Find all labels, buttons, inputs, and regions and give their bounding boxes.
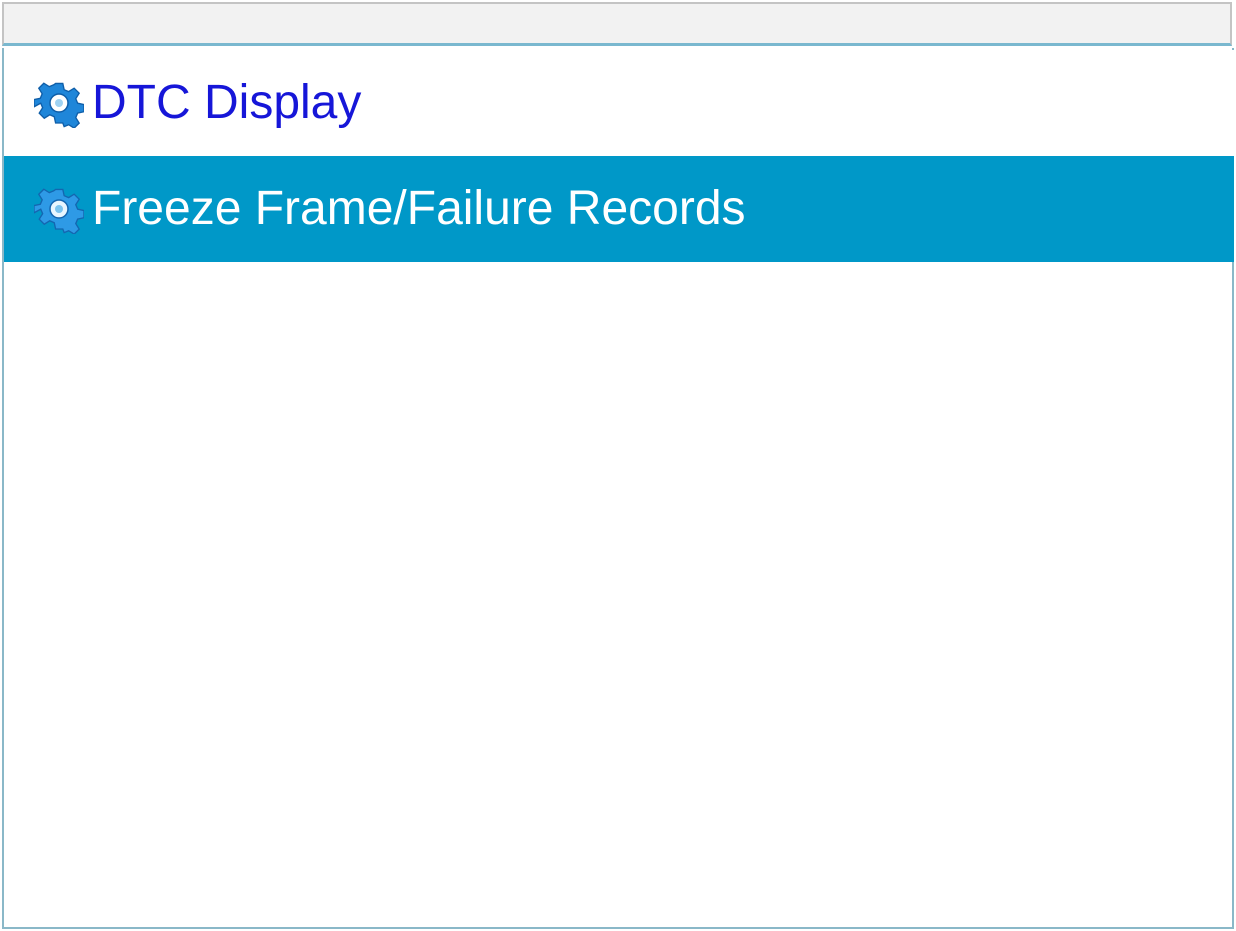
gear-icon (34, 82, 84, 128)
menu-item-label: Freeze Frame/Failure Records (92, 182, 746, 235)
gear-icon (34, 188, 84, 234)
menu-item-dtc-display[interactable]: DTC Display (4, 50, 1234, 156)
menu-list: DTC Display Freeze Frame/Failure Records (2, 48, 1234, 929)
title-bar (2, 2, 1232, 46)
menu-item-freeze-frame-failure-records[interactable]: Freeze Frame/Failure Records (4, 156, 1234, 262)
diagnostic-screen: DTC Display Freeze Frame/Failure Records (0, 0, 1236, 931)
menu-item-label: DTC Display (92, 76, 362, 129)
